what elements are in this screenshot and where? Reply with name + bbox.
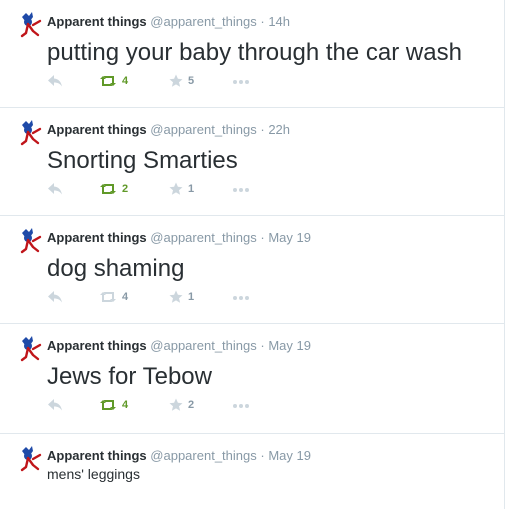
- reply-arrow-icon: [48, 399, 62, 411]
- separator: ·: [260, 14, 265, 29]
- reply-arrow-icon: [48, 183, 62, 195]
- timestamp[interactable]: 22h: [268, 122, 290, 137]
- avatar[interactable]: [16, 227, 44, 255]
- favorite-count: 5: [188, 75, 195, 87]
- tweet-actions: 4 1: [47, 289, 447, 305]
- avatar[interactable]: [16, 119, 44, 147]
- retweet-button[interactable]: 4: [99, 73, 128, 89]
- avatar[interactable]: [16, 11, 44, 39]
- author-name[interactable]: Apparent things: [47, 448, 147, 463]
- tweet[interactable]: Apparent things @apparent_things · May 1…: [0, 216, 504, 324]
- tweet-header: Apparent things @apparent_things · May 1…: [47, 448, 311, 464]
- retweet-count: 4: [122, 399, 129, 411]
- more-button[interactable]: [233, 289, 251, 305]
- retweet-icon: [100, 400, 116, 410]
- tweet-header: Apparent things @apparent_things · May 1…: [47, 338, 311, 354]
- separator: ·: [260, 230, 265, 245]
- retweet-count: 4: [122, 75, 129, 87]
- author-name[interactable]: Apparent things: [47, 338, 147, 353]
- reply-arrow-icon: [48, 75, 62, 87]
- author-handle[interactable]: @apparent_things: [150, 14, 256, 29]
- favorite-count: 1: [188, 183, 195, 195]
- author-name[interactable]: Apparent things: [47, 122, 147, 137]
- tweet-text: putting your baby through the car wash: [47, 39, 462, 66]
- author-handle[interactable]: @apparent_things: [150, 230, 256, 245]
- tweet-header: Apparent things @apparent_things · 14h: [47, 14, 290, 30]
- author-handle[interactable]: @apparent_things: [150, 448, 256, 463]
- timestamp[interactable]: May 19: [268, 338, 311, 353]
- timestamp[interactable]: May 19: [268, 448, 311, 463]
- tweet-header: Apparent things @apparent_things · May 1…: [47, 230, 311, 246]
- more-button[interactable]: [233, 397, 251, 413]
- more-button[interactable]: [233, 181, 251, 197]
- tweet-actions: 4 2: [47, 397, 447, 413]
- more-dots-icon: [233, 75, 251, 87]
- retweet-icon: [100, 292, 116, 302]
- more-dots-icon: [233, 291, 251, 303]
- tweet[interactable]: Apparent things @apparent_things · May 1…: [0, 434, 504, 509]
- reply-button[interactable]: [47, 73, 63, 89]
- favorite-button[interactable]: 1: [169, 289, 194, 305]
- timeline: Apparent things @apparent_things · 14h p…: [0, 0, 505, 509]
- reply-button[interactable]: [47, 397, 63, 413]
- retweet-icon: [100, 76, 116, 86]
- retweet-icon: [100, 184, 116, 194]
- tweet[interactable]: Apparent things @apparent_things · 14h p…: [0, 0, 504, 108]
- favorite-button[interactable]: 2: [169, 397, 194, 413]
- tweet-text: dog shaming: [47, 255, 185, 282]
- star-icon: [169, 74, 183, 87]
- tweet-header: Apparent things @apparent_things · 22h: [47, 122, 290, 138]
- favorite-count: 1: [188, 291, 195, 303]
- favorite-count: 2: [188, 399, 195, 411]
- author-name[interactable]: Apparent things: [47, 230, 147, 245]
- more-dots-icon: [233, 399, 251, 411]
- favorite-button[interactable]: 1: [169, 181, 194, 197]
- reply-button[interactable]: [47, 289, 63, 305]
- star-icon: [169, 398, 183, 411]
- reply-arrow-icon: [48, 291, 62, 303]
- star-icon: [169, 290, 183, 303]
- retweet-count: 2: [122, 183, 129, 195]
- author-handle[interactable]: @apparent_things: [150, 122, 256, 137]
- tweet-text: mens' leggings: [47, 466, 140, 482]
- tweet[interactable]: Apparent things @apparent_things · 22h S…: [0, 108, 504, 216]
- favorite-button[interactable]: 5: [169, 73, 194, 89]
- retweet-button[interactable]: 4: [99, 397, 128, 413]
- retweet-button[interactable]: 4: [99, 289, 128, 305]
- separator: ·: [260, 122, 265, 137]
- tweet[interactable]: Apparent things @apparent_things · May 1…: [0, 324, 504, 434]
- avatar[interactable]: [16, 445, 44, 473]
- more-dots-icon: [233, 183, 251, 195]
- timestamp[interactable]: May 19: [268, 230, 311, 245]
- author-name[interactable]: Apparent things: [47, 14, 147, 29]
- author-handle[interactable]: @apparent_things: [150, 338, 256, 353]
- more-button[interactable]: [233, 73, 251, 89]
- timestamp[interactable]: 14h: [268, 14, 290, 29]
- tweet-text: Jews for Tebow: [47, 363, 212, 390]
- tweet-actions: 2 1: [47, 181, 447, 197]
- retweet-button[interactable]: 2: [99, 181, 128, 197]
- star-icon: [169, 182, 183, 195]
- separator: ·: [260, 338, 265, 353]
- retweet-count: 4: [122, 291, 129, 303]
- separator: ·: [260, 448, 265, 463]
- tweet-actions: 4 5: [47, 73, 447, 89]
- tweet-text: Snorting Smarties: [47, 147, 238, 174]
- reply-button[interactable]: [47, 181, 63, 197]
- avatar[interactable]: [16, 335, 44, 363]
